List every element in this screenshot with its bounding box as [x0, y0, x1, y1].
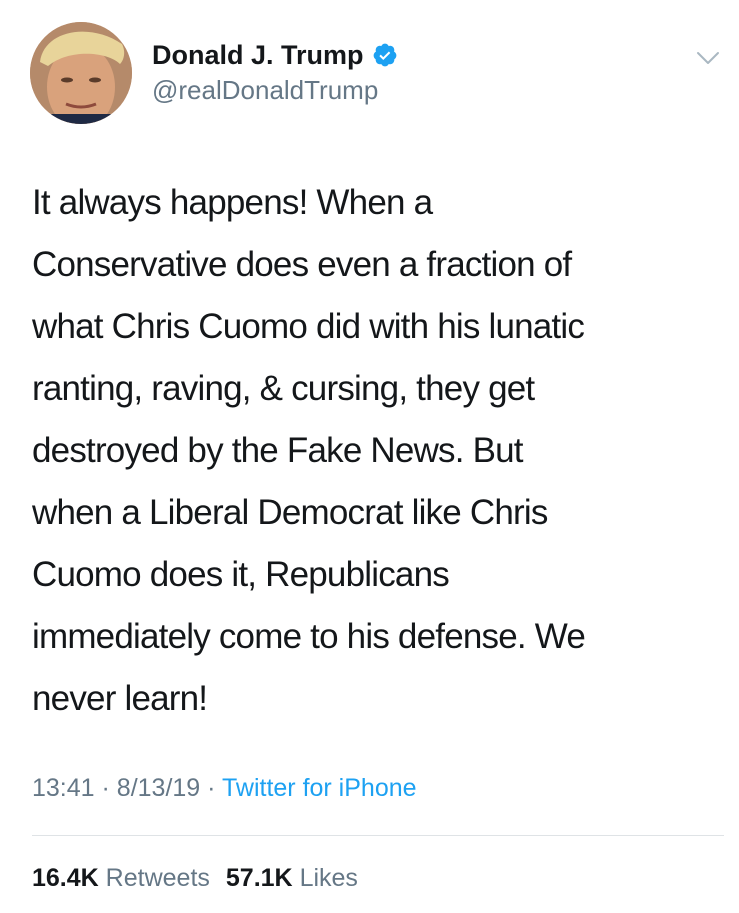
tweet-stats: 16.4K Retweets 57.1K Likes — [32, 862, 358, 894]
avatar[interactable] — [30, 22, 132, 124]
tweet-text-line: It always happens! When a — [32, 183, 433, 222]
author-name-row: Donald J. Trump — [152, 38, 398, 72]
tweet-meta: 13:41 · 8/13/19 · Twitter for iPhone — [32, 772, 417, 804]
tweet-date[interactable]: 8/13/19 — [117, 774, 200, 802]
tweet-header: Donald J. Trump @realDonaldTrump — [0, 0, 739, 140]
likes-label: Likes — [299, 864, 358, 892]
likes-count: 57.1K — [225, 864, 293, 892]
tweet-time[interactable]: 13:41 — [32, 774, 95, 802]
retweets-label: Retweets — [105, 864, 210, 892]
tweet-text-line: Conservative does even a fraction of — [32, 245, 572, 284]
meta-separator: · — [207, 774, 216, 802]
chevron-down-icon[interactable] — [696, 49, 720, 67]
likes-stat[interactable]: 57.1K Likes — [226, 864, 358, 892]
tweet-text-line: never learn! — [32, 679, 208, 718]
author-handle[interactable]: @realDonaldTrump — [152, 74, 378, 106]
tweet-text-line: when a Liberal Democrat like Chris — [32, 493, 548, 532]
meta-separator: · — [101, 774, 110, 802]
tweet-text-line: what Chris Cuomo did with his lunatic — [32, 307, 585, 346]
tweet-text: It always happens! When a Conservative d… — [32, 172, 722, 730]
divider — [32, 835, 724, 836]
retweets-stat[interactable]: 16.4K Retweets — [32, 864, 210, 892]
tweet-text-line: Cuomo does it, Republicans — [32, 555, 450, 594]
tweet-text-line: immediately come to his defense. We — [32, 617, 586, 656]
verified-badge-icon — [372, 42, 398, 68]
author-display-name[interactable]: Donald J. Trump — [152, 39, 364, 71]
tweet-source-link[interactable]: Twitter for iPhone — [222, 774, 417, 802]
tweet-text-line: ranting, raving, & cursing, they get — [32, 369, 535, 408]
tweet-text-line: destroyed by the Fake News. But — [32, 431, 524, 470]
avatar-image — [30, 22, 132, 124]
retweets-count: 16.4K — [32, 864, 99, 892]
